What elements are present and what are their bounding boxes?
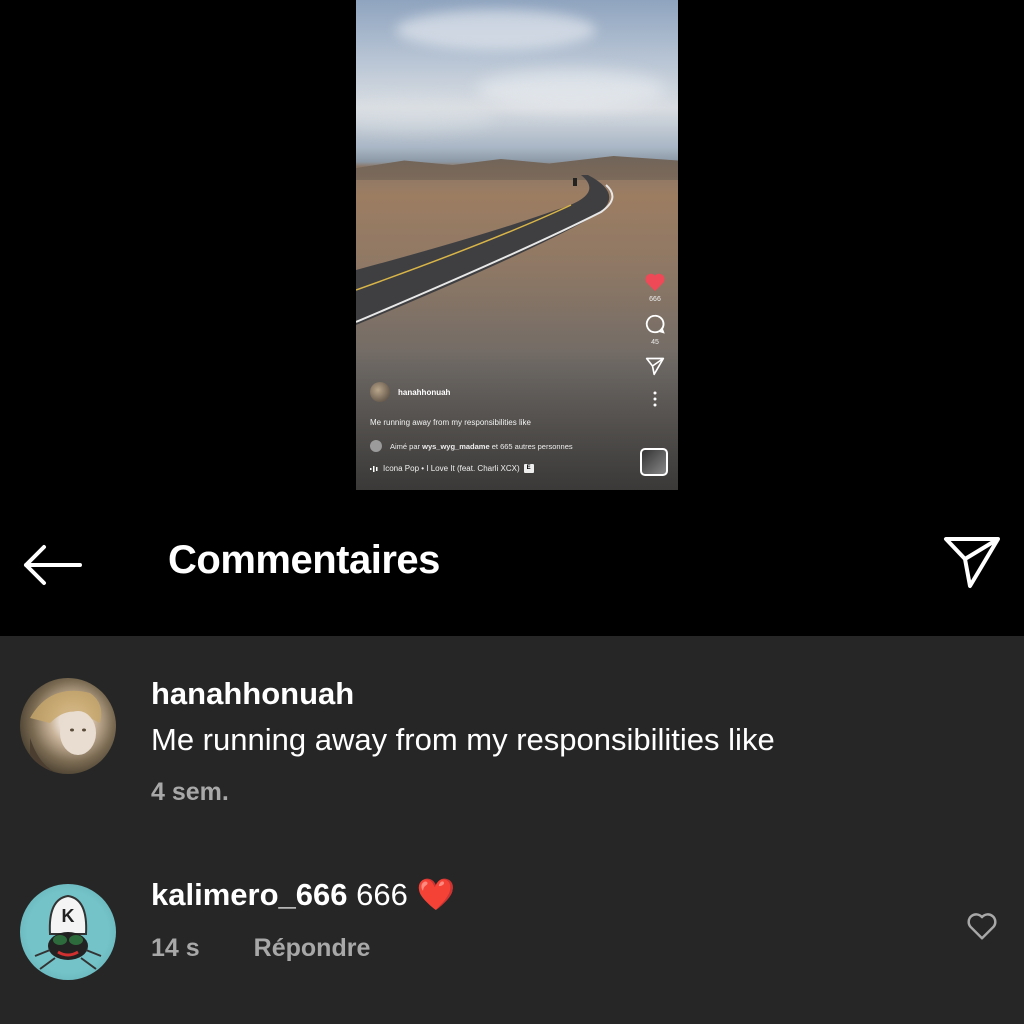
- back-arrow-icon: [24, 545, 82, 585]
- avatar-image: K: [34, 894, 102, 970]
- explicit-badge: E: [523, 464, 534, 473]
- reel-music[interactable]: Icona Pop • I Love It (feat. Charli XCX)…: [370, 464, 534, 473]
- liked-suffix: et 665 autres personnes: [491, 441, 573, 451]
- comment-time: 14 s: [151, 934, 200, 962]
- comments-count: 45: [651, 339, 659, 346]
- comment-time: 4 sem.: [151, 778, 229, 806]
- share-button[interactable]: [940, 532, 1004, 592]
- comment-meta: 4 sem.: [151, 778, 229, 807]
- svg-text:K: K: [62, 906, 75, 926]
- comments-list: hanahhonuah Me running away from my resp…: [0, 636, 1024, 1024]
- comments-header: [0, 490, 1024, 636]
- send-icon[interactable]: [645, 356, 665, 376]
- liked-user: wys_wyg_madame: [422, 441, 490, 451]
- reel-caption: Me running away from my responsibilities…: [370, 418, 531, 427]
- reel-author-avatar: [370, 382, 390, 402]
- heart-icon: [967, 913, 997, 940]
- audio-icon: [370, 465, 378, 472]
- send-icon: [944, 537, 1000, 588]
- reel-author[interactable]: hanahhonuah: [370, 382, 450, 402]
- liked-prefix: Aimé par: [390, 441, 421, 451]
- avatar-image: [30, 690, 102, 774]
- avatar[interactable]: K: [20, 884, 116, 980]
- reply-button[interactable]: Répondre: [254, 934, 371, 963]
- more-icon[interactable]: [652, 390, 658, 408]
- comment-username-line: kalimero_666 666 ❤️: [151, 876, 455, 913]
- comment-username[interactable]: hanahhonuah: [151, 676, 354, 712]
- reel-actions: 666 45: [642, 272, 668, 408]
- reel-liked-by[interactable]: Aimé par wys_wyg_madame et 665 autres pe…: [370, 440, 573, 452]
- page-title: Commentaires: [168, 538, 440, 582]
- reel-author-name: hanahhonuah: [398, 387, 451, 397]
- avatar[interactable]: [20, 678, 116, 774]
- comment-icon[interactable]: [644, 313, 666, 335]
- liked-by-avatar: [370, 440, 382, 452]
- music-title: Icona Pop • I Love It (feat. Charli XCX): [383, 464, 520, 473]
- music-thumbnail[interactable]: [640, 448, 668, 476]
- like-comment-button[interactable]: [962, 906, 1002, 946]
- heart-filled-icon[interactable]: [644, 272, 666, 292]
- comment-text: 666 ❤️: [356, 877, 456, 912]
- likes-count: 666: [649, 296, 661, 303]
- comment-text: Me running away from my responsibilities…: [151, 722, 775, 757]
- back-button[interactable]: [20, 540, 84, 590]
- comment-meta: 14 s Répondre: [151, 934, 370, 963]
- reel-preview[interactable]: 666 45 hanahhonuah Me running away from …: [356, 0, 678, 490]
- comment-username[interactable]: kalimero_666: [151, 877, 347, 912]
